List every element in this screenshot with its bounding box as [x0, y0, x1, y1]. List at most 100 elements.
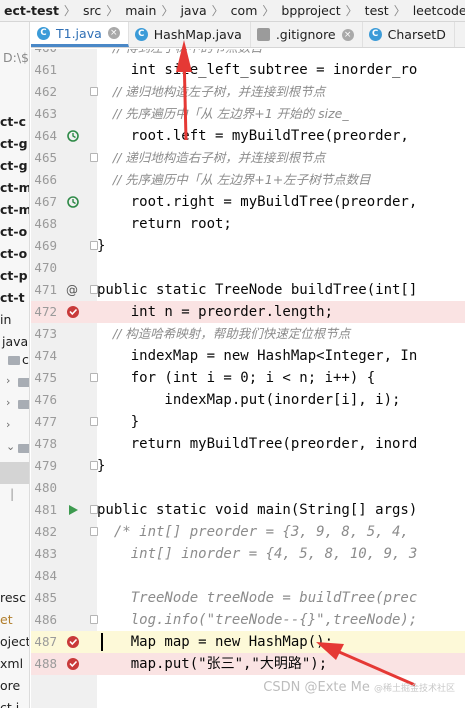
- code-editor[interactable]: 460 // 得到左子树中的节点数目 461 int size_left_sub…: [31, 49, 465, 708]
- watermark-small: @稀土掘金技术社区: [373, 684, 455, 694]
- close-icon[interactable]: ×: [107, 27, 120, 39]
- run-icon[interactable]: [66, 503, 80, 517]
- line-number: 478: [34, 436, 57, 451]
- breadcrumb-item-test[interactable]: test: [361, 3, 391, 18]
- breadcrumb-item-src[interactable]: src: [79, 3, 103, 18]
- code-text: return root;: [97, 216, 232, 232]
- code-line: 481 public static void main(String[] arg…: [31, 499, 465, 521]
- code-text: }: [97, 238, 106, 254]
- line-number: 475: [34, 370, 57, 385]
- line-number: 468: [34, 216, 57, 231]
- project-tree-item[interactable]: ct-o: [0, 246, 27, 261]
- git-file-icon: [256, 28, 270, 41]
- close-icon[interactable]: ×: [341, 28, 354, 41]
- breakpoint-icon[interactable]: [66, 657, 80, 671]
- folder-icon: [18, 378, 29, 387]
- breadcrumb-separator: 〉: [63, 4, 76, 18]
- breadcrumb-separator: 〉: [211, 4, 224, 18]
- breadcrumb-item-com[interactable]: com: [227, 3, 260, 18]
- project-tree-item[interactable]: ct-m: [0, 202, 29, 217]
- code-line: 470: [31, 257, 465, 279]
- code-line: 467 root.right = myBuildTree(preorder,: [31, 191, 465, 213]
- code-line: 478 return myBuildTree(preorder, inord: [31, 433, 465, 455]
- line-number: 464: [34, 128, 57, 143]
- watermark: CSDN @Exte Me @稀土掘金技术社区: [263, 680, 455, 695]
- recursion-icon[interactable]: [66, 195, 80, 209]
- code-text: indexMap = new HashMap<Integer, In: [97, 348, 418, 364]
- tab-t1-java[interactable]: C T1.java ×: [31, 22, 129, 47]
- code-text: public static void main(String[] args): [97, 502, 418, 518]
- code-line: 480: [31, 477, 465, 499]
- project-tree-item[interactable]: ct-o: [0, 224, 27, 239]
- project-tree-item[interactable]: ct-m: [0, 180, 29, 195]
- code-line: 485 TreeNode treeNode = buildTree(prec: [31, 587, 465, 609]
- breadcrumb-separator: 〉: [262, 4, 275, 18]
- code-text: // 递归地构造右子树，并连接到根节点: [97, 150, 326, 165]
- code-line: 473 // 构造哈希映射，帮助我们快速定位根节点: [31, 323, 465, 345]
- code-text: public static TreeNode buildTree(int[]: [97, 282, 418, 298]
- breadcrumb-item-main[interactable]: main: [121, 3, 158, 18]
- code-text: root.right = myBuildTree(preorder,: [97, 194, 418, 210]
- project-tree-item[interactable]: ct-c: [0, 114, 26, 129]
- recursion-icon[interactable]: [66, 129, 80, 143]
- chevron-down-icon[interactable]: ⌄: [6, 440, 15, 453]
- code-text: indexMap.put(inorder[i], i);: [97, 392, 401, 408]
- project-tree-item[interactable]: ct-g: [0, 158, 28, 173]
- line-number: 465: [34, 150, 57, 165]
- project-tree-item[interactable]: c: [22, 352, 29, 367]
- breakpoint-icon[interactable]: [66, 305, 80, 319]
- code-text: map.put("张三","大明路");: [97, 656, 328, 672]
- code-line: 474 indexMap = new HashMap<Integer, In: [31, 345, 465, 367]
- code-text: return myBuildTree(preorder, inord: [97, 436, 418, 452]
- project-tree-item[interactable]: ct-t: [0, 290, 25, 305]
- project-tree-item[interactable]: ore: [0, 678, 20, 693]
- breadcrumb-item-java[interactable]: java: [176, 3, 208, 18]
- project-tree-item[interactable]: xml: [0, 656, 23, 671]
- annotation-at-icon[interactable]: @: [66, 283, 80, 297]
- line-number: 470: [34, 260, 57, 275]
- project-tree-item[interactable]: et: [0, 612, 13, 627]
- line-number: 485: [34, 590, 57, 605]
- project-tree-item[interactable]: oject: [0, 634, 29, 649]
- project-tree-item[interactable]: ct-g: [0, 136, 28, 151]
- tab-gitignore[interactable]: .gitignore ×: [251, 22, 363, 47]
- code-line: 477 }: [31, 411, 465, 433]
- breakpoint-icon[interactable]: [66, 635, 80, 649]
- code-line: 484: [31, 565, 465, 587]
- code-line: 483 int[] inorder = {4, 5, 8, 10, 9, 3: [31, 543, 465, 565]
- project-tree-item[interactable]: java: [2, 334, 28, 349]
- code-text: int n = preorder.length;: [97, 304, 334, 320]
- tab-label: HashMap.java: [153, 27, 242, 42]
- breadcrumb-item-bpproject[interactable]: bpproject: [277, 3, 342, 18]
- line-number: 480: [34, 480, 57, 495]
- editor-tabs: C T1.java × C HashMap.java .gitignore × …: [31, 22, 465, 48]
- line-number: 472: [34, 304, 57, 319]
- tab-hashmap-java[interactable]: C HashMap.java: [129, 22, 251, 47]
- breadcrumb-item-project[interactable]: ect-test: [0, 3, 61, 18]
- project-tree-item[interactable]: resc: [0, 590, 26, 605]
- code-text: // 构造哈希映射，帮助我们快速定位根节点: [97, 326, 351, 341]
- code-text: /* int[] preorder = {3, 9, 8, 5, 4,: [97, 524, 409, 540]
- chevron-right-icon[interactable]: ›: [6, 418, 10, 431]
- breadcrumb: ect-test 〉 src 〉 main 〉 java 〉 com 〉 bpp…: [0, 0, 465, 22]
- line-number: 484: [34, 568, 57, 583]
- line-number: 483: [34, 546, 57, 561]
- tab-charsetd[interactable]: C CharsetD: [363, 22, 455, 47]
- project-tree-item[interactable]: in: [0, 312, 11, 327]
- breadcrumb-separator: 〉: [345, 4, 358, 18]
- breadcrumb-separator: 〉: [161, 4, 174, 18]
- code-text: }: [97, 458, 106, 474]
- project-tree-item-selected[interactable]: [0, 462, 29, 484]
- line-number: 466: [34, 172, 57, 187]
- code-text: // 得到左子树中的节点数目: [97, 49, 263, 59]
- project-tree-item[interactable]: ct-p: [0, 268, 28, 283]
- chevron-right-icon[interactable]: ›: [6, 396, 10, 409]
- project-tree-item[interactable]: ct.i: [0, 700, 19, 708]
- chevron-right-icon[interactable]: ›: [6, 374, 10, 387]
- code-text: // 先序遍历中「从 左边界+1+左子树节点数目: [97, 172, 371, 187]
- code-line: 460 // 得到左子树中的节点数目: [31, 49, 465, 59]
- project-path-hint: D:\$: [3, 50, 30, 65]
- breadcrumb-item-leetcode[interactable]: leetcode: [409, 3, 465, 18]
- code-line: 482 /* int[] preorder = {3, 9, 8, 5, 4,: [31, 521, 465, 543]
- folder-icon: [8, 356, 20, 365]
